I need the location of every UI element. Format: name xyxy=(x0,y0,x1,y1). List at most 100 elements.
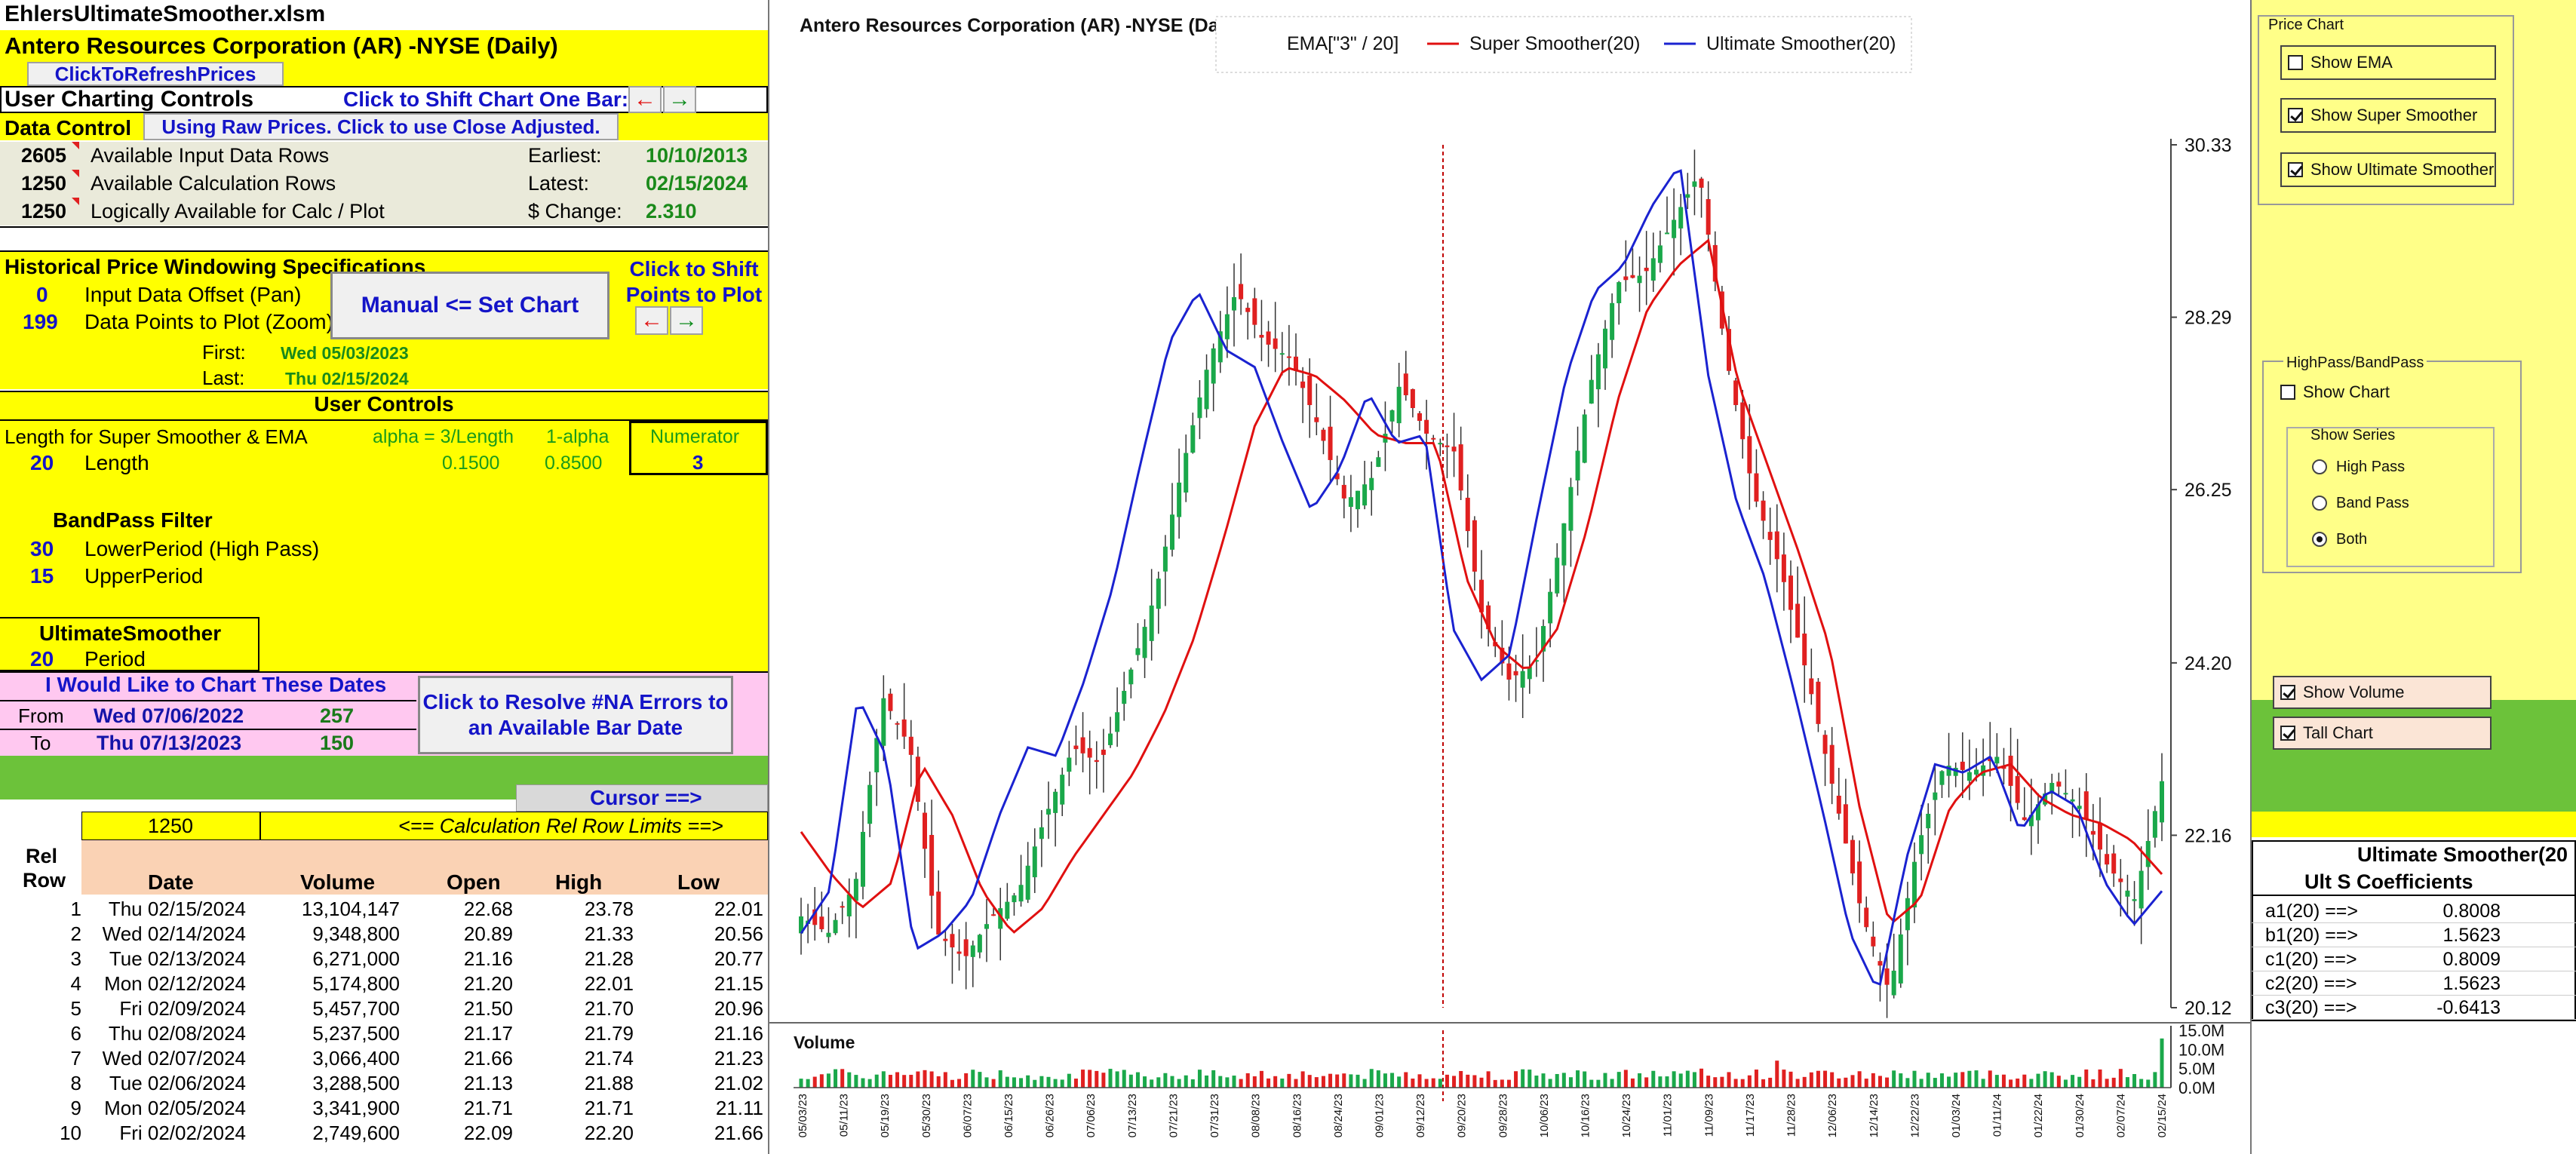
candle-body xyxy=(2090,830,2095,835)
show-super-smoother-checkbox[interactable]: Show Super Smoother xyxy=(2280,98,2496,133)
candle-body xyxy=(2152,811,2157,838)
volume-cell: 9,348,800 xyxy=(312,922,400,945)
date-tick-label: 01/11/24 xyxy=(1991,1094,2004,1137)
high-cell: 21.79 xyxy=(584,1022,634,1045)
arrow-right-icon: → xyxy=(668,87,691,112)
table-row[interactable]: 10 Fri 02/02/2024 2,749,600 22.09 22.20 21.66 xyxy=(0,1120,768,1145)
candle-body xyxy=(1919,835,1924,855)
candle-body xyxy=(1836,795,1841,814)
candle-body xyxy=(991,914,996,916)
lower-period-value[interactable]: 30 xyxy=(30,537,54,561)
candle-body xyxy=(2125,890,2130,897)
table-row[interactable]: 7 Wed 02/07/2024 3,066,400 21.66 21.74 21.23 xyxy=(0,1045,768,1070)
volume-bar xyxy=(936,1076,941,1088)
table-row[interactable]: 6 Thu 02/08/2024 5,237,500 21.17 21.79 21.16 xyxy=(0,1020,768,1045)
numerator-label: Numerator xyxy=(650,426,740,447)
volume-bar xyxy=(1019,1078,1024,1088)
table-row[interactable]: 3 Tue 02/13/2024 6,271,000 21.16 21.28 20.77 xyxy=(0,946,768,971)
to-label: To xyxy=(30,732,51,754)
candle-body xyxy=(1025,865,1030,900)
shift-points-label: Click to Shift Points to Plot xyxy=(625,257,763,306)
show-volume-checkbox[interactable]: Show Volume xyxy=(2273,676,2492,709)
candle-body xyxy=(1149,605,1154,641)
arrow-left-icon: ← xyxy=(640,308,663,333)
from-date[interactable]: Wed 07/06/2022 xyxy=(94,704,244,728)
from-label: From xyxy=(18,704,64,727)
table-row[interactable]: 5 Fri 02/09/2024 5,457,700 21.50 21.70 20.96 xyxy=(0,996,768,1020)
show-ema-checkbox[interactable]: Show EMA xyxy=(2280,45,2496,80)
high-cell: 21.88 xyxy=(584,1072,634,1094)
volume-bar xyxy=(1259,1070,1263,1088)
volume-cell: 6,271,000 xyxy=(312,947,400,970)
to-row-number: 150 xyxy=(320,732,355,754)
volume-bar xyxy=(1417,1074,1422,1088)
points-right-button[interactable]: → xyxy=(670,306,703,335)
volume-bar xyxy=(2153,1072,2157,1088)
volume-bar xyxy=(1644,1077,1649,1088)
coefficient-row: a1(20) ==> 0.8008 xyxy=(2252,899,2576,923)
date-tick-label: 06/15/23 xyxy=(1002,1094,1015,1137)
volume-bar xyxy=(971,1070,975,1088)
rel-row-cell: 7 xyxy=(70,1047,81,1070)
volume-bar xyxy=(1493,1079,1497,1088)
table-row[interactable]: 2 Wed 02/14/2024 9,348,800 20.89 21.33 20.56 xyxy=(0,921,768,946)
candle-body xyxy=(1575,450,1580,480)
volume-bar xyxy=(1115,1071,1119,1088)
volume-bar xyxy=(2098,1069,2102,1088)
shift-left-button[interactable]: ← xyxy=(628,86,662,113)
candle-body xyxy=(1816,681,1821,724)
table-row[interactable]: 8 Tue 02/06/2024 3,288,500 21.13 21.88 21.02 xyxy=(0,1070,768,1095)
bandpass-title: BandPass Filter xyxy=(53,508,213,532)
volume-bar xyxy=(895,1072,900,1088)
table-row[interactable]: 9 Mon 02/05/2024 3,341,900 21.71 21.71 21.11 xyxy=(0,1095,768,1120)
candle-body xyxy=(2160,781,2164,823)
volume-bar xyxy=(1994,1075,1999,1088)
high-pass-radio[interactable]: High Pass xyxy=(2312,456,2463,478)
length-label: Length for Super Smoother & EMA xyxy=(5,425,308,448)
length-value[interactable]: 20 xyxy=(30,451,54,475)
to-date[interactable]: Thu 07/13/2023 xyxy=(97,732,241,755)
upper-period-value[interactable]: 15 xyxy=(30,564,54,588)
candle-body xyxy=(1767,532,1773,540)
candle-body xyxy=(1905,898,1910,931)
first-label: First: xyxy=(202,341,246,364)
candle-body xyxy=(1445,445,1450,447)
table-row[interactable]: 1 Thu 02/15/2024 13,104,147 22.68 23.78 22.01 xyxy=(0,896,768,921)
volume-bar xyxy=(1788,1071,1793,1088)
show-ultimate-smoother-checkbox[interactable]: Show Ultimate Smoother xyxy=(2280,152,2496,187)
tall-chart-checkbox[interactable]: Tall Chart xyxy=(2273,717,2492,750)
candle-body xyxy=(1974,769,1979,775)
candle-body xyxy=(977,935,982,953)
volume-cell: 13,104,147 xyxy=(301,898,400,920)
both-radio[interactable]: Both xyxy=(2312,528,2463,551)
set-chart-button[interactable]: Manual <= Set Chart xyxy=(330,272,609,339)
points-value[interactable]: 199 xyxy=(23,310,58,334)
show-chart-checkbox[interactable]: Show Chart xyxy=(2280,380,2431,404)
volume-bar xyxy=(1362,1079,1367,1088)
candle-body xyxy=(1197,397,1202,419)
candle-body xyxy=(1328,426,1333,460)
candle-body xyxy=(1286,356,1291,358)
table-row[interactable]: 4 Mon 02/12/2024 5,174,800 21.20 22.01 21.15 xyxy=(0,971,768,996)
volume-bar xyxy=(812,1076,817,1088)
volume-bar xyxy=(1775,1060,1779,1088)
candle-body xyxy=(840,906,845,908)
volume-bar xyxy=(1150,1079,1154,1088)
volume-bar xyxy=(1514,1071,1518,1088)
raw-prices-toggle-button[interactable]: Using Raw Prices. Click to use Close Adj… xyxy=(143,113,619,140)
shift-right-button[interactable]: → xyxy=(663,86,696,113)
candle-body xyxy=(895,723,900,725)
offset-value[interactable]: 0 xyxy=(36,283,48,307)
ultimate-period-value[interactable]: 20 xyxy=(30,647,54,671)
refresh-prices-button[interactable]: ClickToRefreshPrices xyxy=(27,62,284,86)
numerator-value[interactable]: 3 xyxy=(692,451,703,474)
calc-limit-value[interactable]: 1250 xyxy=(148,815,193,838)
candle-body xyxy=(1356,490,1360,510)
band-pass-radio[interactable]: Band Pass xyxy=(2312,492,2463,514)
volume-bar xyxy=(1692,1072,1696,1088)
points-left-button[interactable]: ← xyxy=(635,306,668,335)
volume-label: Volume xyxy=(794,1033,855,1052)
resolve-na-button[interactable]: Click to Resolve #NA Errors to an Availa… xyxy=(418,676,733,754)
price-chart: Antero Resources Corporation (AR) -NYSE … xyxy=(768,0,2252,1154)
candle-body xyxy=(1012,895,1017,903)
